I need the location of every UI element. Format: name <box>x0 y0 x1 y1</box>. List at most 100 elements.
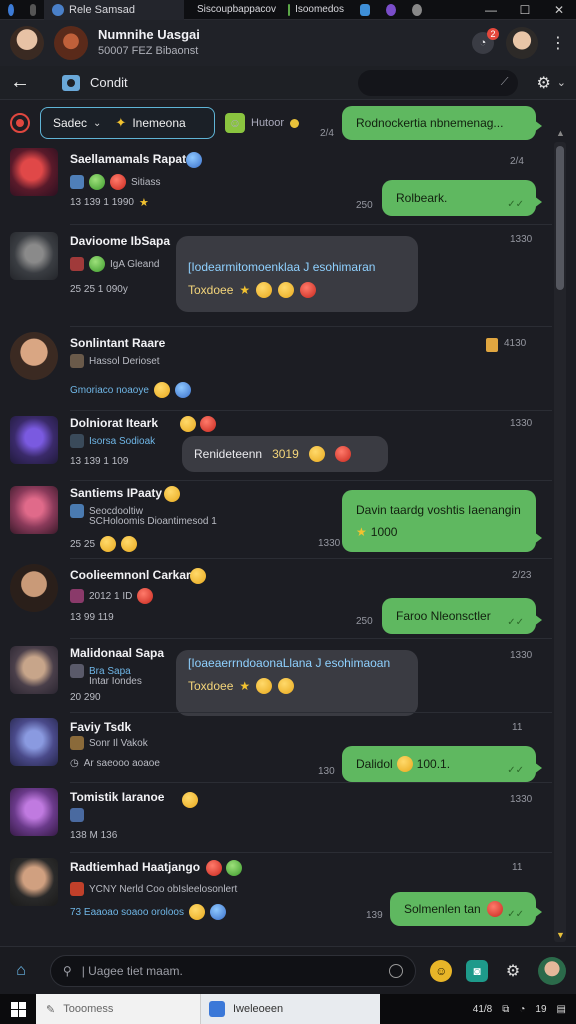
bubble-text: Rodnockertia nbnemenag... <box>356 116 504 130</box>
taskbar-app[interactable]: Iweleoeen <box>200 994 380 1024</box>
tab-github[interactable] <box>404 0 430 20</box>
incoming-bubble[interactable]: [IoaeaerrndoaonaLlana J esohimaoan Toxdo… <box>176 650 418 716</box>
composer-avatar[interactable] <box>537 956 566 985</box>
avatar[interactable] <box>10 646 58 694</box>
avatar[interactable] <box>10 486 58 534</box>
tab-favicon-2[interactable] <box>22 0 44 20</box>
list-item[interactable]: Tomistik Iaranoe 138 M 136 1330 <box>0 784 552 854</box>
filter-dropdown[interactable]: Sadec ⌄ ✦ Inemeona <box>40 107 215 139</box>
avatar[interactable] <box>10 718 58 766</box>
volume-icon[interactable]: ◔ <box>519 1004 525 1015</box>
avatar[interactable] <box>10 788 58 836</box>
tab-isoomedos[interactable]: Isoomedos <box>280 0 352 20</box>
outgoing-bubble[interactable]: Davin taardg voshtis Iaenangin ★ 1000 <box>342 490 542 552</box>
network-icon[interactable]: ⧉ <box>502 1004 509 1015</box>
channel-bar: ← Condit ⟋ ⚙ ⌄ <box>0 66 576 100</box>
notification-center-icon[interactable]: ▤ <box>557 1004 566 1015</box>
scroll-down-arrow-icon[interactable]: ▼ <box>556 930 565 940</box>
list-item[interactable]: Radtiemhad Haatjango YCNY Nerld Coo obIs… <box>0 854 552 934</box>
tab-label: Isoomedos <box>295 4 344 15</box>
list-item[interactable]: 2/4 Rodnockertia nbnemenag... Saellamama… <box>0 106 552 224</box>
emoji-icon <box>200 416 216 432</box>
emoji-icon <box>188 904 205 920</box>
bubble-text: Davin taardg voshtis Iaenangin <box>356 503 521 517</box>
emoji-picker-button[interactable]: ☺ <box>430 959 453 982</box>
list-item[interactable]: Sonlintant Raare Hassol Derioset Gmoriac… <box>0 330 552 410</box>
bubble-text: Solmenlen tan <box>404 902 481 916</box>
outgoing-bubble[interactable]: Rolbeark. ✓✓ <box>382 180 542 216</box>
windows-start-icon[interactable] <box>0 994 36 1024</box>
profile-avatar[interactable] <box>506 27 538 59</box>
bubble-count: 3019 <box>272 447 299 461</box>
emoji-icon <box>190 568 206 584</box>
contact-meta: 2012 1 ID <box>70 588 154 604</box>
outgoing-bubble[interactable]: Rodnockertia nbnemenag... <box>342 106 542 140</box>
more-menu-icon[interactable]: ⋮ <box>550 33 566 53</box>
notification-button[interactable]: ◔ 2 <box>472 28 499 54</box>
close-button[interactable]: ✕ <box>542 0 576 20</box>
emoji-icon <box>334 446 351 462</box>
user-avatar[interactable] <box>10 26 44 60</box>
back-arrow-icon[interactable]: ← <box>10 71 34 94</box>
list-item[interactable]: Faviy Tsdk Sonr Il Vakok ◷ Ar saeooo aoa… <box>0 714 552 784</box>
scrollbar-track[interactable] <box>554 142 566 942</box>
list-item[interactable]: Malidonaal Sapa Bra Sapa Intar Iondes 20… <box>0 640 552 716</box>
emoji-icon <box>137 588 154 604</box>
taskbar-search[interactable]: ✎ Tooomess <box>36 994 200 1024</box>
tab-favicon-1[interactable] <box>0 0 22 20</box>
avatar[interactable] <box>10 564 58 612</box>
sticker-button[interactable]: ◙ <box>466 959 489 982</box>
emoji-icon <box>153 382 170 398</box>
contact-name: Radtiemhad Haatjango <box>70 860 201 874</box>
emoji-icon <box>256 282 273 298</box>
avatar[interactable] <box>10 232 58 280</box>
outgoing-bubble[interactable]: Dalidol 100.1. ✓✓ <box>342 746 542 782</box>
outgoing-bubble[interactable]: Solmenlen tan ✓✓ <box>390 892 542 926</box>
list-item[interactable]: Coolieemnonl Carkar 2012 1 ID 13 99 119 … <box>0 560 552 636</box>
camera-icon[interactable] <box>62 74 80 91</box>
chevron-down-icon[interactable]: ⌄ <box>557 76 566 89</box>
divider <box>70 326 552 327</box>
stats-text: 25 25 <box>70 538 96 550</box>
voice-icon[interactable] <box>389 963 404 978</box>
tab-avatar[interactable] <box>378 0 404 20</box>
scroll-up-arrow-icon[interactable]: ▲ <box>556 128 565 138</box>
avatar[interactable] <box>10 858 58 906</box>
avatar[interactable] <box>10 148 58 196</box>
tab-image[interactable] <box>352 0 378 20</box>
outgoing-bubble[interactable]: Faroo Nleonsctler ✓✓ <box>382 598 542 634</box>
scrollbar-thumb[interactable] <box>556 146 564 290</box>
list-item[interactable]: Davioome IbSapa IgA Gleand 25 25 1 090y … <box>0 228 552 328</box>
mini-tag[interactable]: ☺ Hutoor <box>225 113 300 133</box>
avatar-icon <box>386 3 396 16</box>
bubble-subtext: 1000 <box>370 525 398 539</box>
tab-rele-samsad[interactable]: Rele Samsad <box>44 0 184 20</box>
tab-siscoup[interactable]: Siscoupbappacov <box>184 0 280 20</box>
message-input[interactable]: ⚲ | Uagee tiet maam. <box>49 954 417 987</box>
avatar[interactable] <box>10 332 58 380</box>
emoji-icon <box>110 174 126 190</box>
minimize-button[interactable]: — <box>474 0 508 20</box>
gear-icon[interactable]: ⚙ <box>536 73 550 93</box>
home-icon[interactable]: ⌂ <box>10 960 32 982</box>
system-tray: 41/8 ⧉ ◔ 19 ▤ <box>473 1004 576 1015</box>
maximize-button[interactable]: ☐ <box>508 0 542 20</box>
meta-text: Bra Sapa <box>89 665 131 677</box>
settings-gear-icon[interactable]: ⚙ <box>502 960 524 982</box>
incoming-bubble[interactable]: Renideteenn 3019 <box>182 436 388 472</box>
record-icon[interactable] <box>10 113 30 133</box>
image-icon <box>360 3 370 16</box>
contact-stats: 20 290 <box>70 692 101 703</box>
list-item[interactable]: Dolniorat Iteark Isorsa Sodioak 13 139 1… <box>0 412 552 482</box>
avatar[interactable] <box>10 416 58 464</box>
channel-search-input[interactable]: ⟋ <box>358 69 519 96</box>
contact-name: Saellamamals Rapat <box>70 152 187 166</box>
contact-avatar[interactable] <box>54 26 88 60</box>
contact-stats: ◷ Ar saeooo aoaoe <box>70 758 160 769</box>
incoming-bubble[interactable]: [Iodearmitomoenklaa J esohimaran Toxdoee… <box>176 236 418 312</box>
emoji-icon <box>486 901 503 917</box>
list-item[interactable]: Santiems IPaaty Seocdooltiw SCHoloomis D… <box>0 482 552 556</box>
contact-name: Santiems IPaaty <box>70 486 163 500</box>
emoji-icon <box>174 382 191 398</box>
meta-text: 2012 1 ID <box>89 590 133 602</box>
